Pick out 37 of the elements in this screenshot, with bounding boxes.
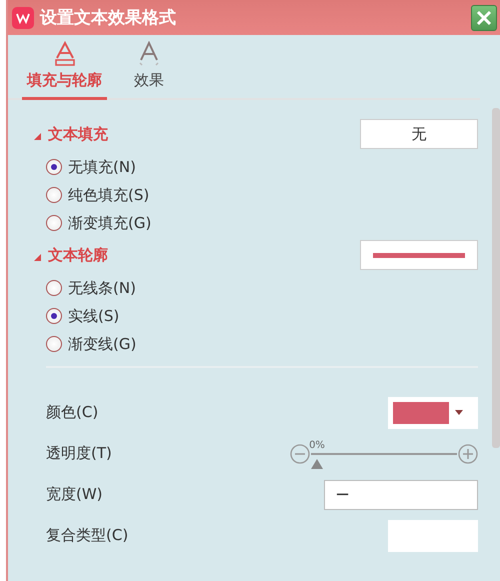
close-button[interactable] (471, 4, 497, 30)
property-label: 复合类型(C) (46, 526, 130, 545)
radio-label: 无线条(N) (68, 278, 136, 298)
radio-button[interactable] (46, 187, 62, 203)
color-picker[interactable] (388, 396, 478, 428)
expand-triangle-icon[interactable] (34, 132, 41, 140)
radio-label: 纯色填充(S) (68, 186, 150, 204)
radio-button[interactable] (46, 215, 62, 231)
scrollbar[interactable] (492, 108, 500, 448)
tab[interactable]: 填充与轮廓 (22, 35, 107, 100)
caret-icon (455, 410, 463, 415)
close-icon (476, 10, 492, 26)
slider-reading: 0% (309, 440, 325, 450)
radio-label: 渐变线(G) (68, 334, 136, 354)
increase-button[interactable] (458, 444, 478, 464)
section-title[interactable]: 文本轮廓 (48, 246, 353, 264)
window-title: 设置文本效果格式 (40, 7, 177, 29)
radio-button[interactable] (46, 159, 62, 175)
property-label: 颜色(C) (46, 403, 100, 422)
property-label: 透明度(T) (46, 444, 113, 463)
radio-button[interactable] (46, 336, 62, 352)
radio-label: 实线(S) (68, 306, 120, 326)
text-fill-icon (54, 41, 74, 66)
width-field[interactable]: − (324, 480, 478, 510)
tab[interactable]: 效果 (129, 35, 169, 100)
decrease-button[interactable] (290, 444, 310, 464)
expand-triangle-icon[interactable] (34, 254, 41, 260)
section-title[interactable]: 文本填充 (48, 124, 353, 144)
text-effect-icon (139, 41, 159, 66)
outline-preview-button[interactable] (360, 240, 478, 270)
radio-label: 无填充(N) (68, 158, 136, 176)
app-logo-icon (12, 6, 34, 28)
radio-button[interactable] (46, 308, 62, 324)
radio-button[interactable] (46, 280, 62, 296)
property-label: 宽度(W) (46, 485, 104, 504)
fill-preview-button[interactable]: 无 (360, 119, 478, 149)
radio-label: 渐变填充(G) (68, 214, 152, 232)
